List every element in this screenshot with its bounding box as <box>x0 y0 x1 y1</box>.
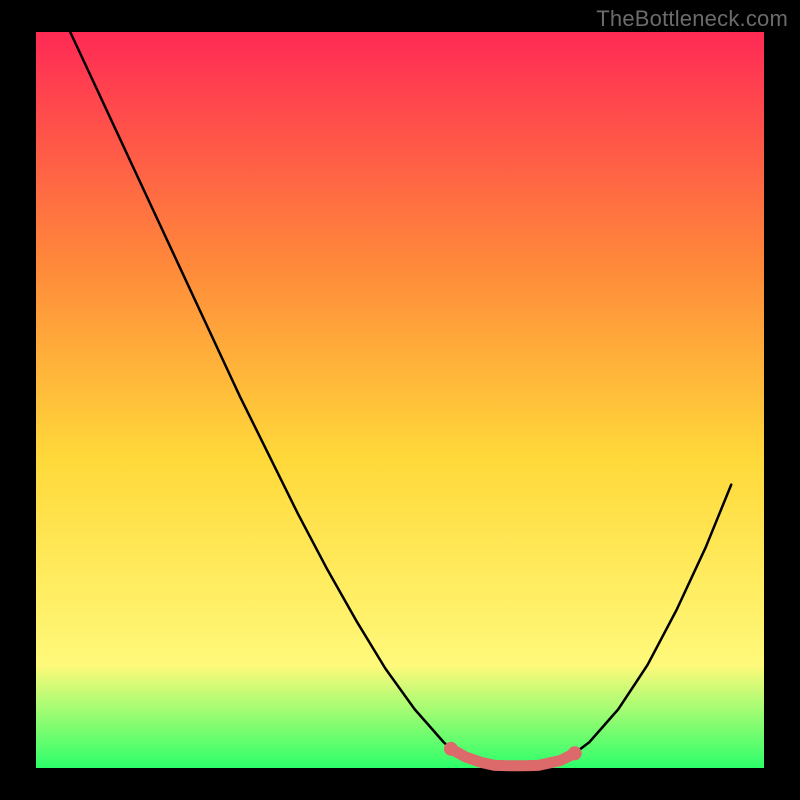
watermark-text: TheBottleneck.com <box>596 6 788 32</box>
bottleneck-curve-chart <box>0 0 800 800</box>
plot-background <box>36 32 764 768</box>
chart-root: TheBottleneck.com <box>0 0 800 800</box>
